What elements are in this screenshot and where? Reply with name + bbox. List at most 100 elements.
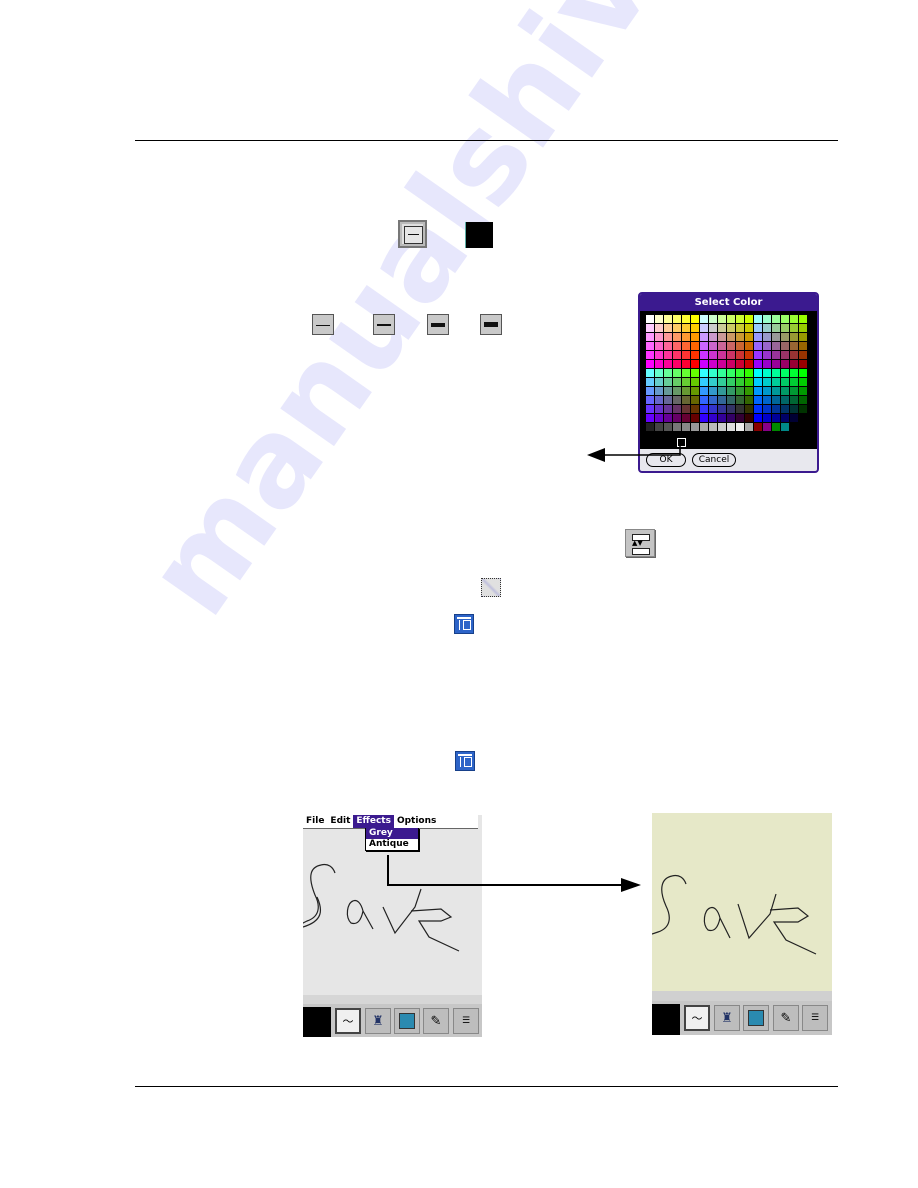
palette-swatch[interactable] bbox=[718, 324, 727, 333]
palette-swatch[interactable] bbox=[781, 405, 790, 414]
palette-swatch[interactable] bbox=[772, 378, 781, 387]
palette-swatch[interactable] bbox=[691, 360, 700, 369]
palette-swatch[interactable] bbox=[682, 414, 691, 423]
palette-swatch[interactable] bbox=[691, 414, 700, 423]
palette-swatch[interactable] bbox=[664, 396, 673, 405]
palette-swatch[interactable] bbox=[745, 396, 754, 405]
palette-swatch[interactable] bbox=[646, 360, 655, 369]
line-width-medium-icon[interactable] bbox=[373, 314, 395, 335]
palette-swatch[interactable] bbox=[646, 333, 655, 342]
palette-swatch[interactable] bbox=[646, 342, 655, 351]
palette-swatch[interactable] bbox=[700, 387, 709, 396]
palette-swatch[interactable] bbox=[736, 423, 745, 432]
palette-swatch[interactable] bbox=[646, 315, 655, 324]
palette-swatch[interactable] bbox=[772, 405, 781, 414]
palette-swatch[interactable] bbox=[754, 324, 763, 333]
palette-swatch[interactable] bbox=[655, 351, 664, 360]
palette-swatch[interactable] bbox=[736, 414, 745, 423]
palette-swatch[interactable] bbox=[718, 378, 727, 387]
palette-swatch[interactable] bbox=[691, 342, 700, 351]
transfer-icon[interactable]: ▲▼ bbox=[625, 529, 655, 557]
transfer-tool[interactable]: ☰ bbox=[802, 1005, 828, 1031]
palette-swatch[interactable] bbox=[736, 333, 745, 342]
palette-swatch[interactable] bbox=[682, 387, 691, 396]
palette-swatch[interactable] bbox=[709, 423, 718, 432]
palette-swatch[interactable] bbox=[655, 378, 664, 387]
palette-swatch[interactable] bbox=[691, 333, 700, 342]
palette-swatch[interactable] bbox=[691, 315, 700, 324]
palette-swatch[interactable] bbox=[727, 360, 736, 369]
palette-swatch[interactable] bbox=[745, 342, 754, 351]
palette-swatch[interactable] bbox=[646, 414, 655, 423]
palette-swatch[interactable] bbox=[790, 360, 799, 369]
palette-swatch[interactable] bbox=[745, 405, 754, 414]
palette-swatch[interactable] bbox=[727, 315, 736, 324]
palette-swatch[interactable] bbox=[754, 315, 763, 324]
palette-swatch[interactable] bbox=[682, 315, 691, 324]
palette-swatch[interactable] bbox=[799, 342, 808, 351]
palette-swatch[interactable] bbox=[799, 414, 808, 423]
transfer-tool[interactable]: ☰ bbox=[453, 1008, 479, 1034]
palette-swatch[interactable] bbox=[664, 333, 673, 342]
palette-swatch[interactable] bbox=[727, 414, 736, 423]
palette-swatch[interactable] bbox=[691, 405, 700, 414]
palette-swatch[interactable] bbox=[781, 360, 790, 369]
palette-swatch[interactable] bbox=[655, 369, 664, 378]
palette-swatch[interactable] bbox=[691, 387, 700, 396]
palette-swatch[interactable] bbox=[700, 360, 709, 369]
palette-swatch[interactable] bbox=[700, 333, 709, 342]
palette-swatch[interactable] bbox=[754, 378, 763, 387]
palette-swatch[interactable] bbox=[745, 423, 754, 432]
palette-swatch[interactable] bbox=[790, 369, 799, 378]
palette-swatch[interactable] bbox=[655, 324, 664, 333]
palette-swatch[interactable] bbox=[736, 342, 745, 351]
palette-swatch[interactable] bbox=[745, 387, 754, 396]
palette-swatch[interactable] bbox=[727, 423, 736, 432]
palette-swatch[interactable] bbox=[736, 378, 745, 387]
line-width-extra-thick-icon[interactable] bbox=[480, 314, 502, 335]
palette-swatch[interactable] bbox=[664, 405, 673, 414]
palette-swatch[interactable] bbox=[664, 369, 673, 378]
palette-swatch[interactable] bbox=[781, 423, 790, 432]
line-tool[interactable]: 〜 bbox=[684, 1005, 710, 1031]
palette-swatch[interactable] bbox=[790, 414, 799, 423]
palette-swatch[interactable] bbox=[745, 324, 754, 333]
palette-swatch[interactable] bbox=[646, 351, 655, 360]
palette-swatch[interactable] bbox=[700, 315, 709, 324]
palette-swatch[interactable] bbox=[682, 333, 691, 342]
palette-swatch[interactable] bbox=[772, 414, 781, 423]
palette-swatch[interactable] bbox=[790, 342, 799, 351]
palette-swatch[interactable] bbox=[673, 360, 682, 369]
palette-swatch[interactable] bbox=[727, 387, 736, 396]
palette-swatch[interactable] bbox=[718, 315, 727, 324]
palette-swatch[interactable] bbox=[673, 405, 682, 414]
palette-swatch[interactable] bbox=[700, 378, 709, 387]
palette-swatch[interactable] bbox=[655, 414, 664, 423]
palette-swatch[interactable] bbox=[664, 315, 673, 324]
palette-swatch[interactable] bbox=[673, 315, 682, 324]
palette-swatch[interactable] bbox=[772, 423, 781, 432]
pen-tool[interactable]: ✎ bbox=[423, 1008, 449, 1034]
palette-swatch[interactable] bbox=[763, 414, 772, 423]
palette-swatch[interactable] bbox=[772, 315, 781, 324]
palette-swatch[interactable] bbox=[655, 315, 664, 324]
palette-swatch[interactable] bbox=[763, 315, 772, 324]
palette-swatch[interactable] bbox=[664, 378, 673, 387]
palette-swatch[interactable] bbox=[682, 423, 691, 432]
palette-swatch[interactable] bbox=[754, 414, 763, 423]
palette-swatch[interactable] bbox=[772, 333, 781, 342]
palette-swatch[interactable] bbox=[700, 423, 709, 432]
palette-swatch[interactable] bbox=[754, 342, 763, 351]
menu-item-antique[interactable]: Antique bbox=[366, 839, 418, 850]
color-tool[interactable] bbox=[652, 1004, 680, 1035]
palette-swatch[interactable] bbox=[646, 423, 655, 432]
palette-swatch[interactable] bbox=[709, 378, 718, 387]
palette-swatch[interactable] bbox=[727, 369, 736, 378]
palette-swatch[interactable] bbox=[700, 324, 709, 333]
palette-swatch[interactable] bbox=[736, 369, 745, 378]
palette-swatch[interactable] bbox=[799, 396, 808, 405]
palette-swatch[interactable] bbox=[673, 351, 682, 360]
palette-swatch[interactable] bbox=[700, 369, 709, 378]
palette-swatch[interactable] bbox=[709, 360, 718, 369]
palette-swatch[interactable] bbox=[700, 396, 709, 405]
